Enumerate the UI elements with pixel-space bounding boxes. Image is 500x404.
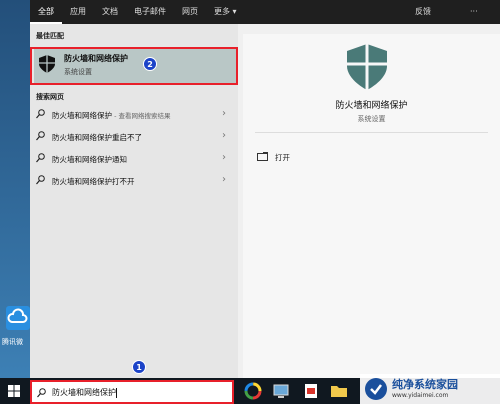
open-window-icon xyxy=(257,152,268,161)
web-result-hint: - 查看网络搜索结果 xyxy=(112,112,171,120)
more-options-button[interactable]: ··· xyxy=(470,0,478,24)
tab-email[interactable]: 电子邮件 xyxy=(126,0,174,24)
divider xyxy=(255,132,488,133)
search-query: 防火墙和网络保护 xyxy=(52,388,116,397)
chevron-right-icon: › xyxy=(222,130,226,141)
web-result-text: 防火墙和网络保护 xyxy=(52,111,112,120)
open-label: 打开 xyxy=(275,153,290,162)
watermark-url: www.yidaimei.com xyxy=(392,392,449,399)
chevron-down-icon: ▾ xyxy=(232,7,237,16)
search-icon xyxy=(37,388,46,398)
tab-more[interactable]: 更多 ▾ xyxy=(206,0,245,24)
web-result-item[interactable]: 防火墙和网络保护重启不了 › xyxy=(30,126,238,148)
detail-title: 防火墙和网络保护 xyxy=(335,101,408,111)
chevron-right-icon: › xyxy=(222,152,226,163)
chevron-right-icon: › xyxy=(222,174,226,185)
web-result-text: 防火墙和网络保护重启不了 xyxy=(52,133,142,142)
tab-apps[interactable]: 应用 xyxy=(62,0,94,24)
taskbar-search-box[interactable]: 防火墙和网络保护 xyxy=(30,380,234,404)
watermark-title: 纯净系统家园 xyxy=(392,378,458,391)
monitor-app-icon[interactable] xyxy=(272,382,290,400)
desktop-icon-label: 腾讯微 xyxy=(2,338,23,346)
best-match-heading: 最佳匹配 xyxy=(36,32,64,40)
tab-all[interactable]: 全部 xyxy=(30,0,62,24)
tab-web[interactable]: 网页 xyxy=(174,0,206,24)
step-badge-2: 2 xyxy=(143,57,157,71)
tab-more-label: 更多 xyxy=(214,7,230,16)
search-icon xyxy=(36,131,45,141)
windows-start-icon[interactable] xyxy=(8,385,20,397)
web-result-text: 防火墙和网络保护打不开 xyxy=(52,177,135,186)
colorful-app-icon[interactable] xyxy=(244,382,262,400)
step-badge-1: 1 xyxy=(132,360,146,374)
feedback-button[interactable]: 反馈 xyxy=(415,0,431,24)
desktop: 腾讯微 xyxy=(0,0,30,378)
search-panel: 全部 应用 文档 电子邮件 网页 更多 ▾ 反馈 ··· 最佳匹配 防火墙和网络… xyxy=(30,0,500,378)
web-result-text: 防火墙和网络保护通知 xyxy=(52,155,127,164)
result-detail-pane: 防火墙和网络保护 系统设置 打开 xyxy=(243,34,500,378)
filter-tabs: 全部 应用 文档 电子邮件 网页 更多 ▾ 反馈 ··· xyxy=(30,0,500,24)
document-app-icon[interactable] xyxy=(302,382,320,400)
search-icon xyxy=(36,109,45,119)
tab-documents[interactable]: 文档 xyxy=(94,0,126,24)
text-caret xyxy=(116,387,117,398)
detail-subtitle: 系统设置 xyxy=(357,115,386,123)
highlight-box-best-match xyxy=(30,47,238,85)
tencent-weiyun-icon[interactable] xyxy=(6,306,30,330)
brand-logo-icon xyxy=(365,378,387,400)
results-list: 最佳匹配 防火墙和网络保护 系统设置 2 搜索网页 防火墙和网络保护 - 查看网… xyxy=(30,24,238,378)
web-result-item[interactable]: 防火墙和网络保护 - 查看网络搜索结果 › xyxy=(30,104,238,126)
watermark: 纯净系统家园 www.yidaimei.com xyxy=(360,374,500,404)
web-result-item[interactable]: 防火墙和网络保护打不开 › xyxy=(30,170,238,192)
chevron-right-icon: › xyxy=(222,108,226,119)
web-result-item[interactable]: 防火墙和网络保护通知 › xyxy=(30,148,238,170)
search-icon xyxy=(36,175,45,185)
search-icon xyxy=(36,153,45,163)
folder-icon[interactable] xyxy=(330,382,348,400)
web-search-heading: 搜索网页 xyxy=(36,93,64,101)
shield-icon xyxy=(347,44,387,90)
